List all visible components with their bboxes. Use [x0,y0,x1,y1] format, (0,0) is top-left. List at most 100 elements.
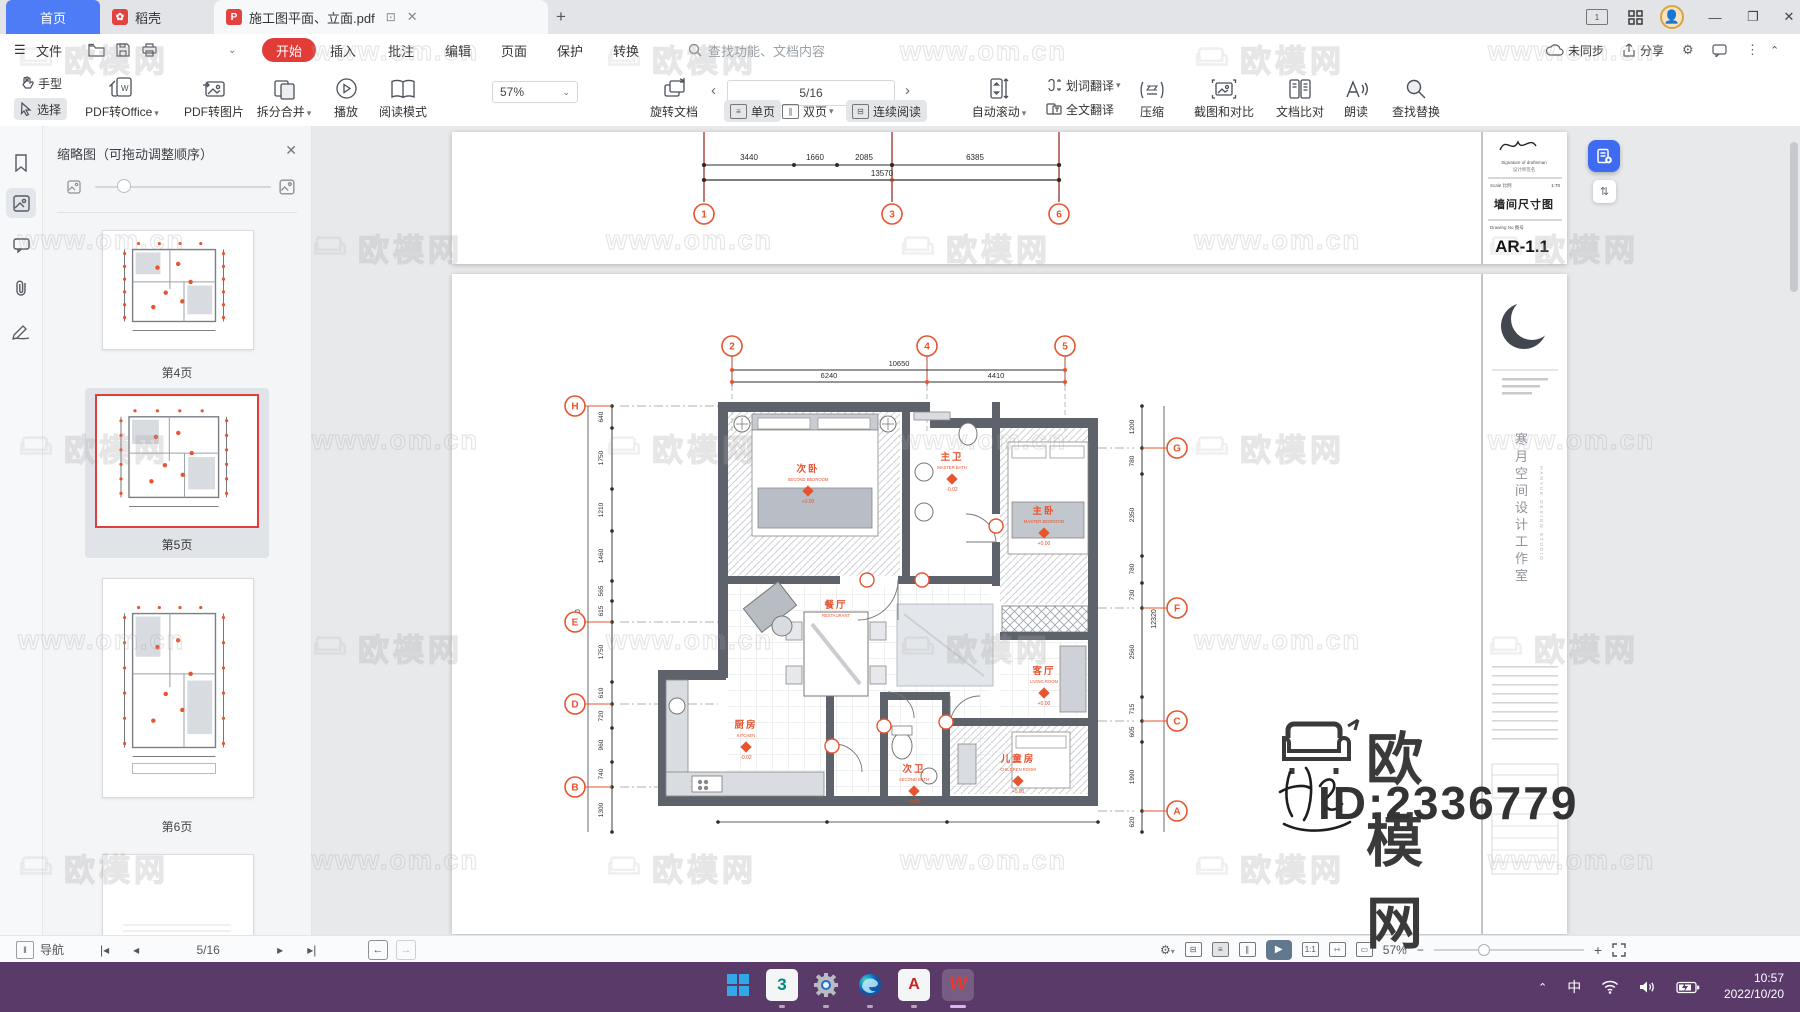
menu-start[interactable]: 开始 [262,34,317,66]
save-icon[interactable] [116,34,130,66]
single-page-button[interactable]: ≡ 单页 [724,100,782,122]
first-page-icon[interactable]: |◂ [100,943,109,957]
rotate-doc-button[interactable]: 旋转文档 [642,70,706,120]
battery-icon[interactable] [1676,981,1700,994]
next-page-icon[interactable]: › [905,82,910,99]
taskbar-edge-icon[interactable] [854,969,886,1001]
close-tab-icon[interactable]: ✕ [407,9,418,25]
menu-annotate[interactable]: 批注 [388,34,414,66]
restore-button[interactable]: ❐ [1736,0,1770,34]
start-button[interactable] [722,969,754,1001]
close-button[interactable]: ✕ [1772,0,1800,34]
chevron-down-icon[interactable]: ⌄ [228,34,236,66]
taskbar-3dsmax-icon[interactable]: 3 [766,969,798,1001]
autoscroll-button[interactable]: 自动滚动 ▾ [962,70,1036,120]
status-fit-width-icon[interactable]: ⇿ [1328,942,1346,957]
thumbnail-page-4[interactable] [102,230,254,350]
translate-word-button[interactable]: 划词翻译 ▾ [1040,74,1127,96]
tab-docer[interactable]: ✿ 稻壳 [100,0,212,34]
large-image-icon[interactable] [279,179,295,195]
tray-chevron-icon[interactable]: ⌃ [1538,981,1547,994]
status-actual-size-icon[interactable]: 1:1 [1301,942,1319,957]
new-tab-button[interactable]: + [556,7,566,27]
tab-document[interactable]: P 施工图平面、立面.pdf ⊡ ✕ [214,0,548,34]
tab-home[interactable]: 首页 [6,0,100,34]
avatar[interactable]: 👤 [1660,5,1684,29]
fullscreen-icon[interactable] [1612,942,1626,957]
translate-full-button[interactable]: 全文翻译 [1040,98,1120,120]
app-grid-icon[interactable] [1618,0,1652,34]
prev-page-icon-status[interactable]: ◂ [133,943,139,957]
taskbar-settings-icon[interactable] [810,969,842,1001]
page-tools-float-button[interactable]: ⇅ [1593,180,1616,203]
read-aloud-button[interactable]: 朗读 [1332,70,1380,120]
collapse-toolbar-icon[interactable]: ⌃ [1770,34,1779,66]
share-label[interactable]: 分享 [1640,34,1664,66]
thumbnail-page-7[interactable] [102,854,254,935]
open-folder-icon[interactable] [88,34,105,66]
status-double-page-icon[interactable]: ∥ [1238,942,1256,957]
more-icon[interactable]: ⋮ [1746,34,1759,66]
view-back-button[interactable]: ← [368,939,388,960]
share-icon[interactable] [1622,34,1636,66]
status-continuous-icon[interactable]: ⊟ [1184,942,1202,957]
status-fit-page-icon[interactable]: ▭ [1355,942,1373,957]
attachment-icon[interactable] [6,272,36,302]
menu-convert[interactable]: 转换 [613,34,639,66]
bookmark-icon[interactable] [6,148,36,178]
navigation-toggle[interactable]: ‖ 导航 [16,936,64,963]
zoom-select[interactable]: 57% ⌄ [492,81,578,103]
status-page-indicator[interactable]: 5/16 [163,943,253,957]
hamburger-icon[interactable]: ☰ [14,34,26,66]
monitor-icon[interactable]: ⊡ [386,10,396,24]
play-button[interactable]: 播放 [322,70,370,120]
select-tool[interactable]: 选择 [14,98,68,120]
continuous-button[interactable]: ⊟ 连续阅读 [846,100,928,122]
menu-protect[interactable]: 保护 [557,34,583,66]
small-image-icon[interactable] [67,180,81,194]
screenshot-compare-button[interactable]: 截图和对比 [1180,70,1268,120]
thumbnail-page-6[interactable] [102,578,254,798]
taskbar-clock[interactable]: 10:57 2022/10/20 [1724,970,1784,1002]
doc-compare-button[interactable]: 文档比对 [1266,70,1334,120]
status-zoom-in-icon[interactable]: + [1594,942,1602,958]
taskbar-wps-icon[interactable]: W [942,969,974,1001]
menu-page[interactable]: 页面 [501,34,527,66]
double-page-button[interactable]: ∥ 双页 ▾ [776,100,840,122]
scrollbar-thumb[interactable] [1790,142,1798,292]
compress-button[interactable]: 压缩 [1128,70,1176,120]
read-mode-button[interactable]: 阅读模式 [368,70,438,120]
zoom-slider[interactable] [1433,943,1584,956]
search-icon[interactable] [688,34,702,66]
document-viewer[interactable]: 3440 1660 2085 6385 13570 1 3 6 Signature of dra… [312,126,1800,935]
prev-page-icon[interactable]: ‹ [711,82,716,99]
split-merge-button[interactable]: 拆分合并 ▾ [244,70,324,120]
pdf-to-office-button[interactable]: W PDF转Office ▾ [74,70,170,120]
signature-icon[interactable] [6,316,36,346]
zoom-slider-knob[interactable] [1477,943,1490,956]
close-panel-icon[interactable]: ✕ [285,142,297,159]
status-single-page-icon[interactable]: ≡ [1211,942,1229,957]
volume-icon[interactable] [1639,980,1656,994]
view-forward-button[interactable]: → [396,939,416,960]
wifi-icon[interactable] [1601,980,1619,994]
status-zoom-out-icon[interactable]: − [1417,943,1424,957]
minimize-button[interactable]: — [1698,0,1732,34]
last-page-icon[interactable]: ▸| [307,943,316,957]
find-replace-button[interactable]: 查找替换 [1380,70,1452,120]
sync-status[interactable]: 未同步 [1568,34,1604,66]
hand-tool[interactable]: 手型 [14,72,68,94]
status-settings-icon[interactable]: ⚙▾ [1160,943,1175,957]
ime-indicator[interactable]: 中 [1567,977,1581,997]
next-page-icon-status[interactable]: ▸ [277,943,283,957]
status-play-button[interactable]: ▶ [1265,939,1292,960]
cloud-sync-icon[interactable] [1546,34,1564,66]
menu-file[interactable]: 文件 [36,34,62,66]
comments-panel-icon[interactable] [6,230,36,260]
thumbnail-panel-icon[interactable] [6,188,36,218]
thumbnail-page-5[interactable] [95,394,259,528]
gear-icon[interactable]: ⚙ [1682,34,1694,66]
assistant-float-button[interactable] [1588,140,1620,172]
taskbar-autocad-icon[interactable]: A [898,969,930,1001]
window-preview-icon[interactable]: 1 [1580,0,1614,34]
